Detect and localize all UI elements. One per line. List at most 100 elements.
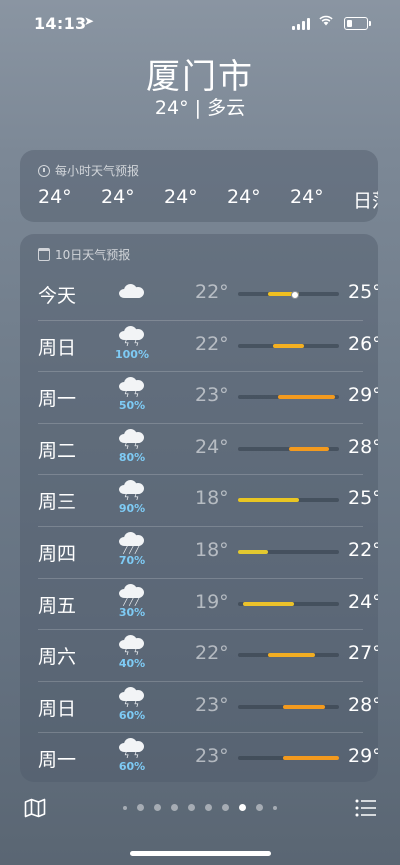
cellular-signal-icon [292,18,310,30]
temp-range-bar [278,395,335,400]
daily-row[interactable]: 周二 ϟ ϟ 80% 24° 28° [38,422,378,475]
precip-chance: 60% [118,760,146,774]
page-indicator[interactable] [0,804,400,811]
home-indicator[interactable] [130,851,271,856]
high-temp: 29° [348,384,378,407]
low-temp: 23° [195,384,229,407]
precip-chance: 40% [118,657,146,671]
daily-row[interactable]: 周五 ╱╱╱ 30% 19° 24° [38,577,378,630]
temp-range-bar [283,704,325,709]
daily-row[interactable]: 周日 ϟ ϟ 100% 22° 26° [38,319,378,372]
temp-range-track [238,550,339,554]
day-name: 周三 [38,491,77,514]
hourly-temp: 24° [290,186,324,208]
day-name: 今天 [38,285,77,307]
low-temp: 23° [195,693,229,716]
row-divider [38,577,363,579]
temp-range-bar [243,601,294,606]
high-temp: 25° [348,281,378,303]
low-temp: 22° [195,332,229,355]
low-temp: 19° [195,590,229,613]
temp-range-bar [273,343,304,348]
low-temp: 22° [195,642,229,665]
precip-chance: 50% [118,399,146,413]
status-time: 14:13 [34,14,87,33]
hourly-temp: 24° [38,186,72,208]
bottom-toolbar [0,784,400,834]
temp-range-bar [288,446,329,451]
page-dot[interactable] [188,804,195,811]
hourly-forecast-label: 每小时天气预报 [55,164,140,178]
daily-row[interactable]: 今天 22° 25° [38,268,378,320]
row-divider [38,680,363,682]
temp-range-track [238,704,339,709]
temp-range-bar [238,550,269,554]
precip-chance: 60% [118,708,146,722]
day-name: 周日 [38,336,77,359]
high-temp: 27° [348,642,378,665]
low-temp: 23° [195,745,229,768]
high-temp: 25° [348,487,378,510]
daily-row[interactable]: 周日 ϟ ϟ 60% 23° 28° [38,680,378,733]
daily-row[interactable]: 周三 ϟ ϟ 90% 18° 25° [38,474,378,526]
temp-range-bar [268,653,315,658]
current-temp-dot [290,291,299,299]
temp-range-track [238,343,339,348]
current-summary: 24° | 多云 [154,97,246,119]
temp-range-track [238,498,339,503]
thunderstorm-icon: ϟ ϟ 60% [112,685,152,722]
daily-row[interactable]: 周一 ϟ ϟ 50% 23° 29° [38,371,378,423]
row-divider [38,526,363,527]
low-temp: 18° [195,487,229,510]
page-dot[interactable] [123,805,127,810]
hourly-temps[interactable]: 24° 24° 24° 24° 24° 日落 [38,186,378,213]
hourly-trailing-label: 日落 [353,190,378,212]
high-temp: 28° [348,435,378,458]
page-dot[interactable] [256,804,263,811]
rain-icon: ╱╱╱ 70% [112,530,152,567]
calendar-icon [38,248,50,261]
day-name: 周一 [38,749,77,772]
day-name: 周一 [38,388,77,411]
hourly-forecast-title: 每小时天气预报 [38,162,139,179]
row-divider [38,474,363,476]
page-dot[interactable] [239,804,246,811]
thunderstorm-icon: ϟ ϟ 60% [112,736,152,773]
temp-range-track [238,291,339,299]
page-dot[interactable] [137,804,144,811]
temp-range-track [238,601,339,606]
row-divider [38,371,363,373]
low-temp: 22° [195,281,229,303]
page-dot[interactable] [222,804,229,811]
day-name: 周四 [38,543,77,565]
day-name: 周日 [38,697,77,720]
row-divider [38,629,363,631]
temp-range-track [238,395,339,400]
hourly-forecast-card[interactable]: 每小时天气预报 24° 24° 24° 24° 24° 日落 [20,150,378,222]
page-dot[interactable] [171,804,178,811]
high-temp: 22° [348,539,378,561]
daily-row[interactable]: 周一 ϟ ϟ 60% 23° 29° [38,732,378,782]
thunderstorm-icon: ϟ ϟ 100% [112,324,152,361]
high-temp: 26° [348,332,378,355]
row-divider [38,422,363,424]
list-icon[interactable] [355,799,377,817]
page-dot[interactable] [273,805,277,810]
page-dot[interactable] [205,804,212,811]
location-header: 厦门市 24° | 多云 [0,56,400,120]
battery-icon [344,17,371,30]
low-temp: 18° [195,539,229,561]
thunderstorm-icon: ϟ ϟ 90% [112,478,152,515]
daily-forecast-card[interactable]: 10日天气预报 今天 22° 25° 周日 ϟ ϟ 100% 22° 26° 周一 ϟ ϟ 50% 2… [20,234,378,782]
daily-row[interactable]: 周四 ╱╱╱ 70% 18° 22° [38,526,378,578]
daily-forecast-title: 10日天气预报 [38,246,130,263]
page-dot[interactable] [154,804,161,811]
hourly-temp: 24° [101,186,135,208]
temp-range-bar [283,756,339,761]
row-divider [38,732,363,734]
rain-icon: ╱╱╱ 30% [112,582,152,619]
daily-row[interactable]: 周六 ϟ ϟ 40% 22° 27° [38,629,378,681]
thunderstorm-icon: ϟ ϟ 50% [112,375,152,412]
cloud-icon [112,282,152,298]
temp-range-bar [238,498,299,503]
